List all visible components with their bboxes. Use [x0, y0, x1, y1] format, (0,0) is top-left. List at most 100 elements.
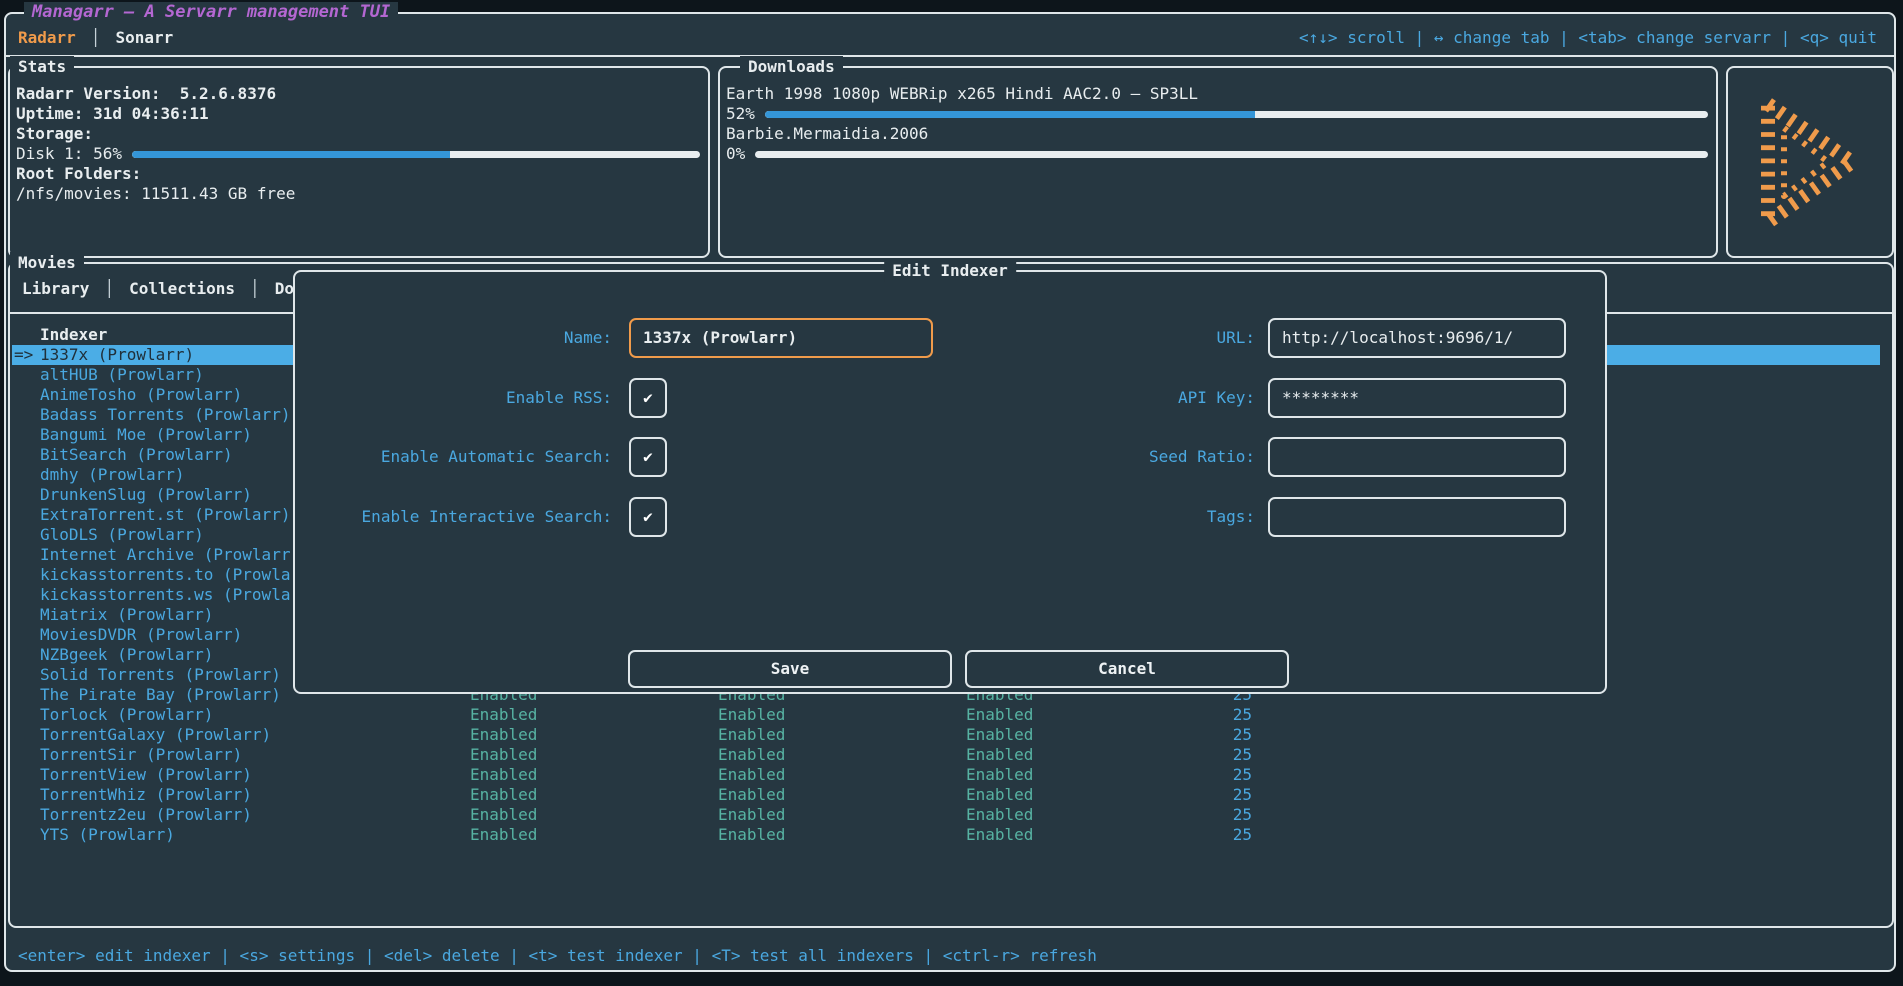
download-percent-label: 0% [726, 144, 745, 164]
automatic-search-status-cell: Enabled [718, 785, 785, 805]
enable-interactive-search-label: Enable Interactive Search: [345, 507, 612, 527]
automatic-search-status-cell: Enabled [718, 705, 785, 725]
indexer-name-cell: ExtraTorrent.st (Prowlarr) [40, 505, 290, 525]
enable-rss-label: Enable RSS: [345, 388, 612, 408]
rss-status-cell: Enabled [470, 805, 537, 825]
stats-panel: Stats Radarr Version: 5.2.6.8376 Uptime:… [8, 66, 710, 258]
tab-radarr[interactable]: Radarr [18, 27, 76, 49]
logo-panel [1726, 66, 1894, 258]
indexer-name-cell: DrunkenSlug (Prowlarr) [40, 485, 252, 505]
indexer-row[interactable]: TorrentView (Prowlarr) Enabled Enabled Enab… [12, 765, 1880, 785]
indexer-name-cell: YTS (Prowlarr) [40, 825, 175, 845]
indexer-name-cell: Badass Torrents (Prowlarr) [40, 405, 290, 425]
header-separator [6, 55, 1894, 57]
radarr-version: Radarr Version: 5.2.6.8376 [16, 84, 276, 104]
modal-title: Edit Indexer [884, 260, 1016, 282]
tab-divider: │ [104, 278, 114, 300]
save-button[interactable]: Save [628, 650, 952, 688]
priority-cell: 25 [1208, 825, 1252, 845]
root-folders-label: Root Folders: [16, 164, 141, 184]
indexer-row[interactable]: Torlock (Prowlarr)EnabledEnabledEnabled2… [12, 705, 1880, 725]
download-percent-label: 52% [726, 104, 755, 124]
interactive-search-status-cell: Enabled [966, 745, 1033, 765]
indexer-name-cell: altHUB (Prowlarr) [40, 365, 204, 385]
indexer-name-cell: NZBgeek (Prowlarr) [40, 645, 213, 665]
indexer-name-cell: BitSearch (Prowlarr) [40, 445, 233, 465]
tab-library[interactable]: Library [22, 278, 89, 300]
rss-status-cell: Enabled [470, 785, 537, 805]
uptime: Uptime: 31d 04:36:11 [16, 104, 209, 124]
indexer-name-cell: kickasstorrents.to (Prowlarr) [40, 565, 319, 585]
root-folder-free: /nfs/movies: 11511.43 GB free [16, 184, 295, 204]
bottom-help-text: <enter> edit indexer | <s> settings | <d… [18, 946, 1097, 966]
indexer-row[interactable]: TorrentSir (Prowlarr)EnabledEnabledEnabl… [12, 745, 1880, 765]
movies-panel-title: Movies [10, 252, 84, 274]
rss-status-cell: Enabled [470, 765, 537, 785]
automatic-search-status-cell: Enabled [718, 825, 785, 845]
indexer-row[interactable]: Torrentz2eu (Prowlarr)EnabledEnabledEnab… [12, 805, 1880, 825]
storage-label: Storage: [16, 124, 93, 144]
enable-automatic-search-label: Enable Automatic Search: [345, 447, 612, 467]
tags-input[interactable] [1268, 497, 1566, 537]
indexer-name-cell: kickasstorrents.ws (Prowlarr) [40, 585, 319, 605]
rss-status-cell: Enabled [470, 725, 537, 745]
interactive-search-status-cell: Enabled [966, 725, 1033, 745]
tab-divider: │ [250, 278, 260, 300]
enable-interactive-search-checkbox[interactable]: ✔ [629, 497, 667, 537]
priority-cell: 25 [1208, 745, 1252, 765]
indexer-name-cell: MoviesDVDR (Prowlarr) [40, 625, 242, 645]
cancel-button[interactable]: Cancel [965, 650, 1289, 688]
name-label: Name: [345, 328, 612, 348]
automatic-search-status-cell: Enabled [718, 805, 785, 825]
enable-automatic-search-checkbox[interactable]: ✔ [629, 437, 667, 477]
priority-cell: 25 [1208, 725, 1252, 745]
enable-rss-checkbox[interactable]: ✔ [629, 378, 667, 418]
rss-status-cell: Enabled [470, 745, 537, 765]
tab-collections[interactable]: Collections [129, 278, 235, 300]
indexer-name-cell: Bangumi Moe (Prowlarr) [40, 425, 252, 445]
tab-sonarr[interactable]: Sonarr [115, 27, 173, 49]
download-progress-bar [765, 111, 1708, 118]
priority-cell: 25 [1208, 705, 1252, 725]
indexer-name-cell: Torlock (Prowlarr) [40, 705, 213, 725]
interactive-search-status-cell: Enabled [966, 765, 1033, 785]
indexer-column-header: Indexer [40, 325, 107, 345]
indexer-row[interactable]: TorrentGalaxy (Prowlarr) Enabled Enabled En… [12, 725, 1880, 745]
rss-status-cell: Enabled [470, 825, 537, 845]
indexer-name-cell: AnimeTosho (Prowlarr) [40, 385, 242, 405]
indexer-name-cell: TorrentView (Prowlarr) [40, 765, 252, 785]
indexer-name-cell: Miatrix (Prowlarr) [40, 605, 213, 625]
disk-usage-label: Disk 1: 56% [16, 144, 122, 164]
indexer-row[interactable]: YTS (Prowlarr)EnabledEnabledEnabled25 [12, 825, 1880, 845]
automatic-search-status-cell: Enabled [718, 765, 785, 785]
download-progress-line: 0% [726, 144, 1708, 164]
automatic-search-status-cell: Enabled [718, 725, 785, 745]
app-title: Managarr – A Servarr management TUI [24, 2, 398, 22]
disk-usage-bar [132, 151, 700, 158]
selected-row-prefix: => [14, 345, 33, 365]
indexer-name-cell: TorrentWhiz (Prowlarr) [40, 785, 252, 805]
downloads-panel: Downloads Earth 1998 1080p WEBRip x265 H… [718, 66, 1718, 258]
downloads-panel-title: Downloads [740, 56, 843, 78]
managarr-play-logo [1748, 88, 1872, 238]
priority-cell: 25 [1208, 785, 1252, 805]
indexer-name-cell: 1337x (Prowlarr) [40, 345, 194, 365]
edit-indexer-modal: Edit Indexer Name: 1337x (Prowlarr) URL:… [293, 270, 1607, 694]
priority-cell: 25 [1208, 805, 1252, 825]
rss-status-cell: Enabled [470, 705, 537, 725]
servarr-tabbar: Radarr │ Sonarr [18, 27, 173, 49]
tab-divider: │ [91, 27, 101, 49]
top-help-text: <↑↓> scroll | ↔ change tab | <tab> chang… [1299, 28, 1877, 48]
name-input[interactable]: 1337x (Prowlarr) [629, 318, 933, 358]
url-input[interactable]: http://localhost:9696/1/ [1268, 318, 1566, 358]
api-key-input[interactable]: ******** [1268, 378, 1566, 418]
stats-panel-title: Stats [10, 56, 74, 78]
seed-ratio-input[interactable] [1268, 437, 1566, 477]
indexer-name-cell: TorrentGalaxy (Prowlarr) [40, 725, 271, 745]
automatic-search-status-cell: Enabled [718, 745, 785, 765]
indexer-name-cell: Torrentz2eu (Prowlarr) [40, 805, 252, 825]
indexer-name-cell: GloDLS (Prowlarr) [40, 525, 204, 545]
indexer-row[interactable]: TorrentWhiz (Prowlarr)EnabledEnabledEnab… [12, 785, 1880, 805]
download-item-name: Earth 1998 1080p WEBRip x265 Hindi AAC2.… [726, 84, 1198, 104]
indexer-name-cell: Solid Torrents (Prowlarr) [40, 665, 281, 685]
